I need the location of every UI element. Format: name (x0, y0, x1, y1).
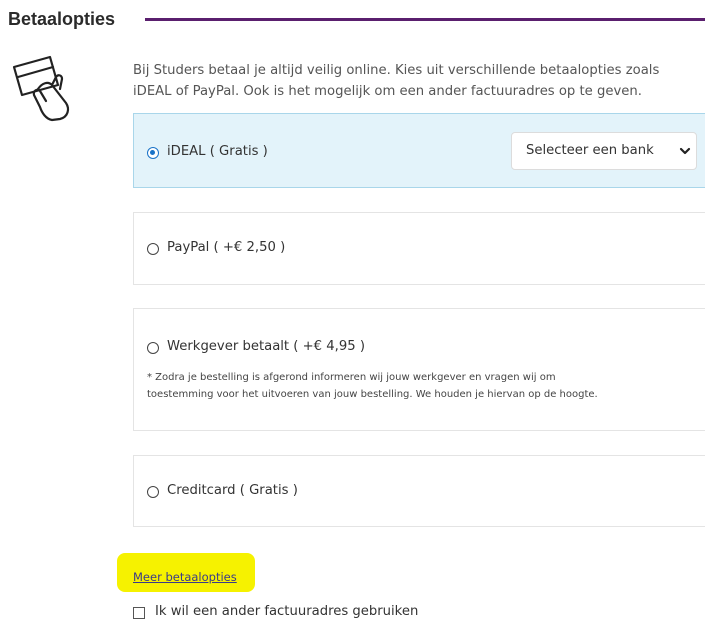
paypal-label: PayPal ( +€ 2,50 ) (167, 240, 286, 255)
creditcard-label: Creditcard ( Gratis ) (167, 483, 298, 498)
more-payment-options-link[interactable]: Meer betaalopties (133, 570, 237, 584)
payment-option-paypal[interactable]: PayPal ( +€ 2,50 ) (133, 212, 705, 285)
employer-note: * Zodra je bestelling is afgerond inform… (147, 369, 699, 403)
chevron-down-icon (679, 147, 691, 155)
payment-intro: Bij Studers betaal je altijd veilig onli… (133, 60, 705, 102)
bank-select-value: Selecteer een bank (526, 143, 654, 158)
billing-address-label[interactable]: Ik wil een ander factuuradres gebruiken (155, 604, 418, 619)
employer-label: Werkgever betaalt ( +€ 4,95 ) (167, 339, 365, 354)
paypal-radio[interactable] (147, 243, 159, 255)
section-title: Betaalopties (8, 9, 116, 29)
employer-radio[interactable] (147, 342, 159, 354)
bank-select[interactable]: Selecteer een bank (511, 132, 697, 170)
payment-option-ideal[interactable]: iDEAL ( Gratis ) Selecteer een bank (133, 113, 705, 188)
ideal-radio[interactable] (147, 147, 159, 159)
hand-holding-card-icon (12, 55, 70, 122)
intro-line-2: iDEAL of PayPal. Ook is het mogelijk om … (133, 84, 642, 99)
creditcard-radio[interactable] (147, 486, 159, 498)
ideal-label: iDEAL ( Gratis ) (167, 144, 268, 159)
title-divider (145, 18, 705, 21)
billing-address-checkbox[interactable] (133, 607, 145, 619)
employer-note-line-2: toestemming voor het uitvoeren van jouw … (147, 389, 598, 400)
employer-note-line-1: * Zodra je bestelling is afgerond inform… (147, 372, 556, 383)
payment-option-creditcard[interactable]: Creditcard ( Gratis ) (133, 455, 705, 527)
intro-line-1: Bij Studers betaal je altijd veilig onli… (133, 63, 660, 78)
payment-option-employer[interactable]: Werkgever betaalt ( +€ 4,95 ) * Zodra je… (133, 308, 705, 431)
